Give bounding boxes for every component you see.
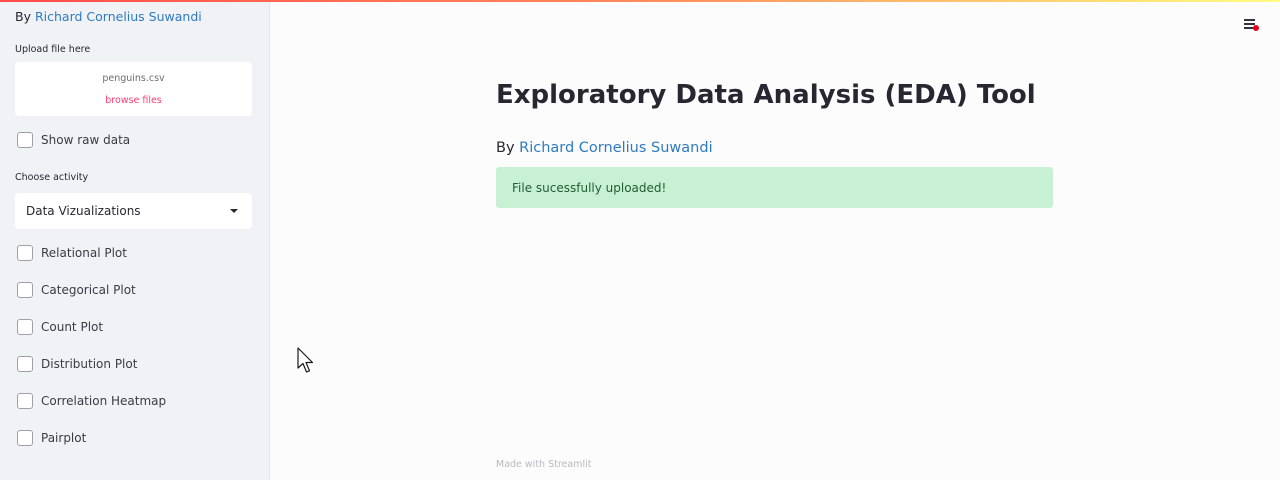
sidebar-byline: By Richard Cornelius Suwandi bbox=[15, 9, 202, 24]
checkbox-box[interactable] bbox=[17, 245, 33, 261]
caret-down-icon bbox=[230, 209, 238, 213]
activity-select-value: Data Vizualizations bbox=[26, 204, 141, 218]
checkbox-box[interactable] bbox=[17, 356, 33, 372]
mouse-cursor bbox=[297, 347, 314, 373]
footer-made-with-streamlit[interactable]: Made with Streamlit bbox=[496, 459, 591, 470]
distribution-plot-checkbox[interactable]: Distribution Plot bbox=[17, 355, 137, 373]
checkbox-label: Show raw data bbox=[41, 133, 131, 147]
checkbox-label: Distribution Plot bbox=[41, 357, 138, 371]
file-uploader[interactable]: penguins.csv browse files bbox=[15, 62, 252, 116]
categorical-plot-checkbox[interactable]: Categorical Plot bbox=[17, 281, 136, 299]
correlation-heatmap-checkbox[interactable]: Correlation Heatmap bbox=[17, 392, 166, 410]
main-menu-button[interactable] bbox=[1240, 13, 1262, 35]
hamburger-menu-icon-bar bbox=[1244, 23, 1255, 25]
show-raw-data-checkbox[interactable]: Show raw data bbox=[17, 131, 130, 149]
success-message: File sucessfully uploaded! bbox=[512, 180, 667, 195]
count-plot-checkbox[interactable]: Count Plot bbox=[17, 318, 103, 336]
activity-select[interactable]: Data Vizualizations bbox=[15, 193, 252, 229]
notification-dot bbox=[1253, 25, 1259, 31]
checkbox-box[interactable] bbox=[17, 430, 33, 446]
success-alert: File sucessfully uploaded! bbox=[496, 167, 1053, 208]
checkbox-box[interactable] bbox=[17, 132, 33, 148]
sidebar: By Richard Cornelius Suwandi Upload file… bbox=[0, 2, 270, 480]
checkbox-label: Pairplot bbox=[41, 431, 87, 445]
relational-plot-checkbox[interactable]: Relational Plot bbox=[17, 244, 127, 262]
checkbox-label: Count Plot bbox=[41, 320, 104, 334]
pairplot-checkbox[interactable]: Pairplot bbox=[17, 429, 86, 447]
main-author-link[interactable]: Richard Cornelius Suwandi bbox=[519, 140, 712, 156]
uploaded-filename: penguins.csv bbox=[102, 73, 165, 84]
main-byline: By Richard Cornelius Suwandi bbox=[496, 140, 713, 156]
browse-files-button[interactable]: browse files bbox=[15, 95, 252, 106]
checkbox-box[interactable] bbox=[17, 282, 33, 298]
checkbox-label: Correlation Heatmap bbox=[41, 394, 167, 408]
upload-label: Upload file here bbox=[15, 44, 91, 55]
checkbox-label: Relational Plot bbox=[41, 246, 127, 260]
hamburger-menu-icon bbox=[1244, 19, 1255, 21]
main-byline-prefix: By bbox=[496, 140, 515, 156]
activity-label: Choose activity bbox=[15, 172, 89, 183]
sidebar-author-link[interactable]: Richard Cornelius Suwandi bbox=[35, 9, 202, 24]
checkbox-label: Categorical Plot bbox=[41, 283, 136, 297]
sidebar-byline-prefix: By bbox=[15, 9, 31, 24]
checkbox-box[interactable] bbox=[17, 319, 33, 335]
checkbox-box[interactable] bbox=[17, 393, 33, 409]
page-title: Exploratory Data Analysis (EDA) Tool bbox=[496, 80, 1036, 110]
